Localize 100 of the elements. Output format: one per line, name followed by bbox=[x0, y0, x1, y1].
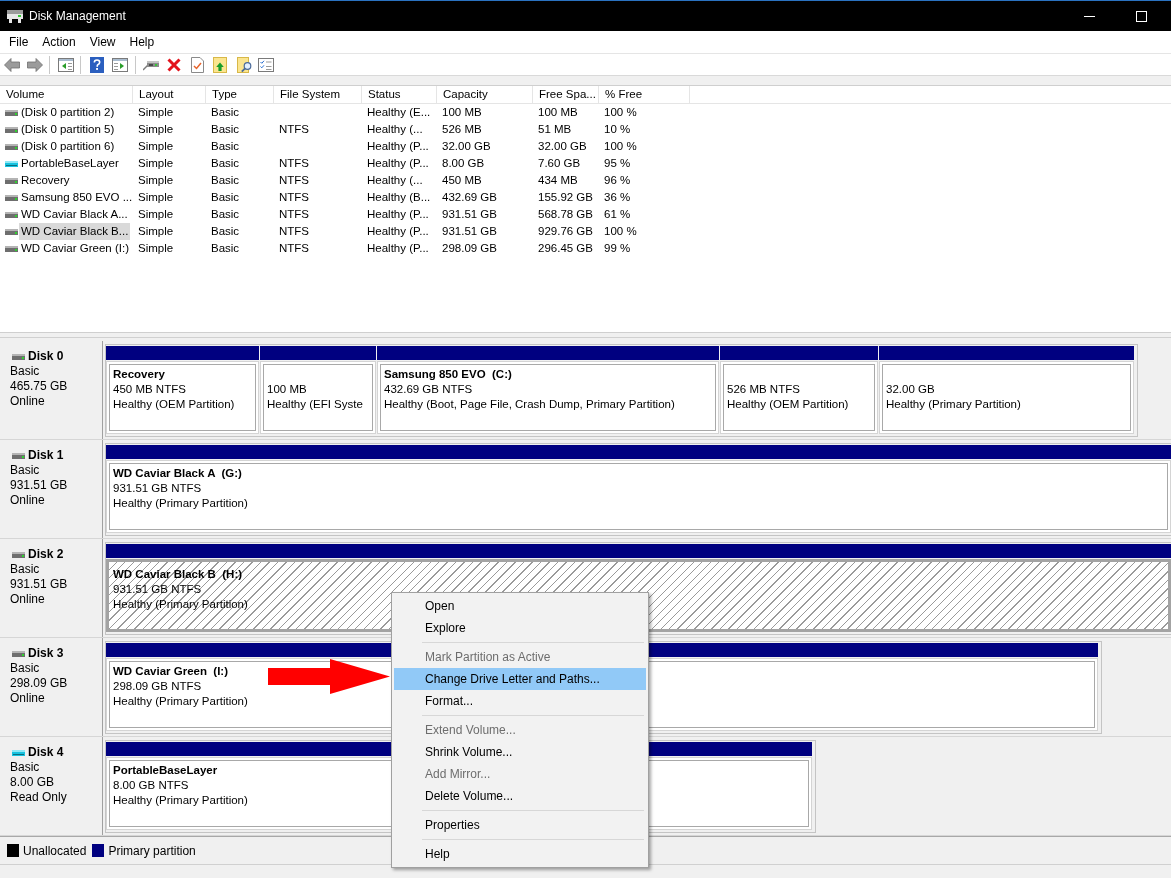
table-cell-text: Healthy (P... bbox=[367, 224, 429, 239]
partition-status: Healthy (Boot, Page File, Crash Dump, Primary Partition) bbox=[384, 397, 675, 412]
table-cell-text: 526 MB bbox=[442, 122, 482, 137]
table-cell-text: Healthy (P... bbox=[367, 139, 429, 154]
table-cell-text: 100 % bbox=[604, 139, 637, 154]
partition-size: 450 MB NTFS bbox=[113, 382, 186, 397]
table-cell-text: 568.78 GB bbox=[538, 207, 593, 222]
partition-size: 32.00 GB bbox=[886, 382, 935, 397]
table-cell-text: 8.00 GB bbox=[442, 156, 485, 171]
partition-name: WD Caviar Black B (H:) bbox=[113, 567, 243, 582]
table-cell-text: 432.69 GB bbox=[442, 190, 497, 205]
partition-status: Healthy (OEM Partition) bbox=[727, 397, 849, 412]
table-cell-text: 100 % bbox=[604, 224, 637, 239]
table-cell-text: Simple bbox=[138, 139, 174, 154]
partition-name: PortableBaseLayer bbox=[113, 763, 218, 778]
table-cell-text: Basic bbox=[211, 156, 240, 171]
table-cell-text: 96 % bbox=[604, 173, 631, 188]
table-cell-text: Simple bbox=[138, 156, 174, 171]
table-cell-text: 7.60 GB bbox=[538, 156, 581, 171]
table-cell-text: Basic bbox=[211, 190, 240, 205]
disk-status: Online bbox=[10, 394, 45, 409]
table-cell-text: Healthy (... bbox=[367, 173, 423, 188]
disk-name: Disk 4 bbox=[28, 745, 64, 760]
table-cell-text: NTFS bbox=[279, 122, 310, 137]
table-cell-text: 929.76 GB bbox=[538, 224, 593, 239]
table-cell-text: Simple bbox=[138, 122, 174, 137]
disk-status: Online bbox=[10, 691, 45, 706]
disk-size: 298.09 GB bbox=[10, 676, 68, 691]
legend-label: Primary partition bbox=[108, 842, 196, 860]
table-cell-text: NTFS bbox=[279, 207, 310, 222]
disk-status: Online bbox=[10, 592, 45, 607]
table-cell-text: Simple bbox=[138, 173, 174, 188]
partition-name: Samsung 850 EVO (C:) bbox=[384, 367, 512, 382]
table-cell-text: 450 MB bbox=[442, 173, 482, 188]
disk-status: Online bbox=[10, 493, 45, 508]
table-cell-text: 298.09 GB bbox=[442, 241, 497, 256]
disk-type: Basic bbox=[10, 463, 40, 478]
table-cell-text: 931.51 GB bbox=[442, 224, 497, 239]
table-cell-text: 61 % bbox=[604, 207, 631, 222]
table-cell-text: 10 % bbox=[604, 122, 631, 137]
table-cell-text: 155.92 GB bbox=[538, 190, 593, 205]
disk-name: Disk 0 bbox=[28, 349, 64, 364]
disk-size: 931.51 GB bbox=[10, 478, 68, 493]
table-cell-text: 32.00 GB bbox=[538, 139, 587, 154]
disk-name: Disk 2 bbox=[28, 547, 64, 562]
table-cell-text: Basic bbox=[211, 105, 240, 120]
table-cell-text: Healthy (B... bbox=[367, 190, 431, 205]
table-cell-text: Simple bbox=[138, 207, 174, 222]
table-cell-text: Simple bbox=[138, 190, 174, 205]
disk-type: Basic bbox=[10, 760, 40, 775]
partition-status: Healthy (EFI Syste bbox=[267, 397, 363, 412]
table-cell-text: 100 MB bbox=[442, 105, 482, 120]
disk-type: Basic bbox=[10, 562, 40, 577]
table-cell-text: NTFS bbox=[279, 241, 310, 256]
table-cell-text: Healthy (P... bbox=[367, 241, 429, 256]
partition-status: Healthy (Primary Partition) bbox=[886, 397, 1021, 412]
partition-status: Healthy (OEM Partition) bbox=[113, 397, 235, 412]
disk-status: Read Only bbox=[10, 790, 67, 805]
table-cell-text: 931.51 GB bbox=[442, 207, 497, 222]
window-title: Disk Management bbox=[29, 8, 126, 25]
table-cell-text: Healthy (... bbox=[367, 122, 423, 137]
table-cell-text: Simple bbox=[138, 241, 174, 256]
table-cell-text: 51 MB bbox=[538, 122, 572, 137]
table-cell-text: Basic bbox=[211, 173, 240, 188]
legend-label: Unallocated bbox=[23, 842, 87, 860]
table-cell-text: 100 % bbox=[604, 105, 637, 120]
disk-type: Basic bbox=[10, 661, 40, 676]
table-cell-text: Healthy (P... bbox=[367, 156, 429, 171]
table-cell-text: Healthy (E... bbox=[367, 105, 431, 120]
partition-size: 931.51 GB NTFS bbox=[113, 582, 202, 597]
partition-name: Recovery bbox=[113, 367, 165, 382]
table-cell-text: Simple bbox=[138, 224, 174, 239]
disk-name: Disk 1 bbox=[28, 448, 64, 463]
table-cell-text: Basic bbox=[211, 224, 240, 239]
disk-size: 465.75 GB bbox=[10, 379, 68, 394]
disk-name: Disk 3 bbox=[28, 646, 64, 661]
partition-size: 931.51 GB NTFS bbox=[113, 481, 202, 496]
table-cell-text: Basic bbox=[211, 122, 240, 137]
table-cell-text: 100 MB bbox=[538, 105, 578, 120]
partition-status: Healthy (Primary Partition) bbox=[113, 694, 248, 709]
table-cell-text: Healthy (P... bbox=[367, 207, 429, 222]
table-cell-text: 434 MB bbox=[538, 173, 578, 188]
table-cell-text: Basic bbox=[211, 139, 240, 154]
partition-status: Healthy (Primary Partition) bbox=[113, 496, 248, 511]
disk-size: 931.51 GB bbox=[10, 577, 68, 592]
partition-size: 432.69 GB NTFS bbox=[384, 382, 473, 397]
partition-size: 100 MB bbox=[267, 382, 307, 397]
table-cell-text: Simple bbox=[138, 105, 174, 120]
table-cell-text: NTFS bbox=[279, 224, 310, 239]
table-cell-text: Basic bbox=[211, 207, 240, 222]
disk-size: 8.00 GB bbox=[10, 775, 55, 790]
table-cell-text: 32.00 GB bbox=[442, 139, 491, 154]
partition-name: WD Caviar Black A (G:) bbox=[113, 466, 242, 481]
table-cell-text: NTFS bbox=[279, 173, 310, 188]
table-cell-text: 36 % bbox=[604, 190, 631, 205]
table-cell-text: Basic bbox=[211, 241, 240, 256]
table-cell-text: NTFS bbox=[279, 190, 310, 205]
table-cell-text: 296.45 GB bbox=[538, 241, 593, 256]
partition-size: 526 MB NTFS bbox=[727, 382, 800, 397]
partition-status: Healthy (Primary Partition) bbox=[113, 597, 248, 612]
